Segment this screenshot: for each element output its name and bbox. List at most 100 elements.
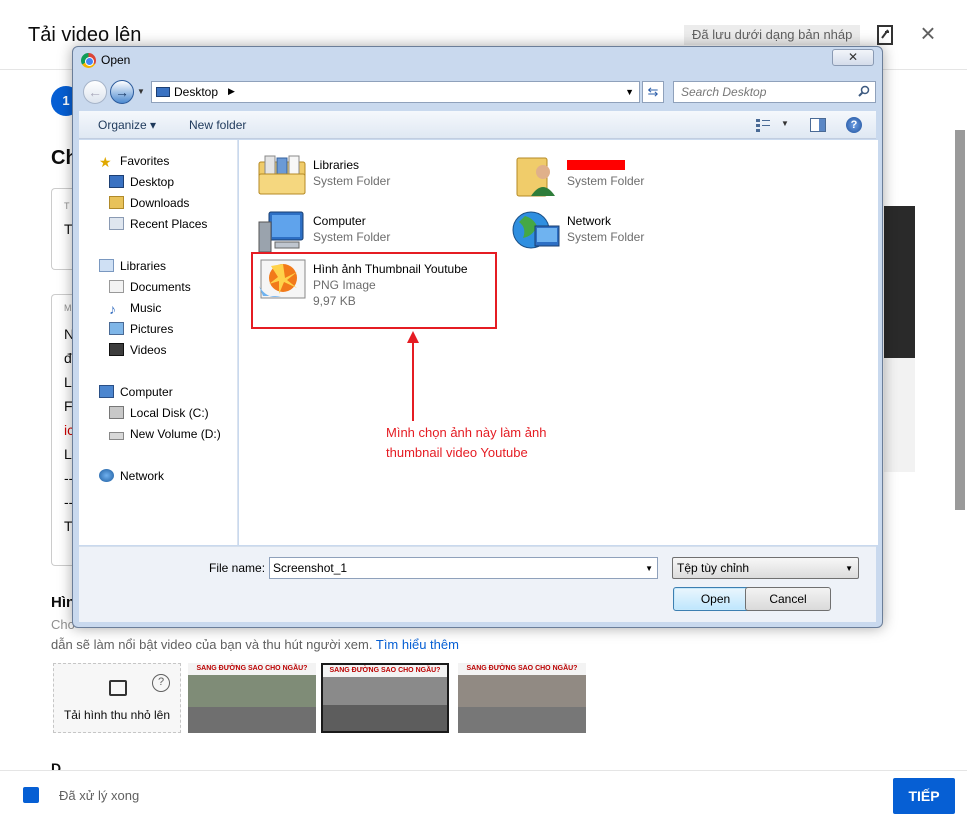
dialog-bottom-bar: File name: Screenshot_1 ▼ Tệp tùy chỉnh …	[79, 546, 876, 622]
breadcrumb-arrow-icon[interactable]: ▶	[228, 86, 235, 97]
upload-thumbnail-label: Tải hình thu nhỏ lên	[63, 708, 171, 722]
feedback-icon[interactable]	[876, 24, 896, 46]
file-name: Computer	[313, 214, 366, 228]
dialog-close-button[interactable]: ✕	[832, 49, 874, 66]
file-name: Network	[567, 214, 612, 228]
nav-documents[interactable]: Documents	[109, 280, 191, 294]
search-placeholder: Search Desktop	[681, 85, 767, 99]
title-field-label: T	[64, 201, 70, 211]
drive-icon	[109, 432, 124, 440]
back-button[interactable]: ←	[83, 80, 107, 104]
file-item-libraries[interactable]: Libraries System Folder	[257, 155, 477, 198]
annotation-arrow-icon	[407, 331, 419, 421]
computer-icon	[258, 211, 304, 253]
navigation-pane: ★ Favorites Desktop Downloads Recent Plac…	[79, 140, 238, 545]
computer-icon	[99, 385, 114, 398]
thumbnail-caption: SANG ĐƯỜNG SAO CHO NGẦU?	[458, 663, 586, 675]
address-bar[interactable]: Desktop ▶ ▼	[151, 81, 640, 103]
view-dropdown-icon[interactable]: ▼	[781, 119, 789, 128]
upload-thumbnail-button[interactable]: ? Tải hình thu nhỏ lên	[53, 663, 181, 733]
dialog-titlebar[interactable]: Open ✕	[73, 47, 882, 75]
recent-places-icon	[109, 217, 124, 230]
auto-thumbnail-2[interactable]: SANG ĐƯỜNG SAO CHO NGẦU?	[321, 663, 449, 733]
auto-thumbnail-3[interactable]: SANG ĐƯỜNG SAO CHO NGẦU?	[458, 663, 586, 733]
nav-desktop[interactable]: Desktop	[109, 175, 174, 189]
nav-music[interactable]: ♪ Music	[109, 301, 161, 317]
nav-local-disk[interactable]: Local Disk (C:)	[109, 406, 209, 420]
file-item-user-folder[interactable]: System Folder	[511, 157, 731, 198]
network-icon	[99, 469, 114, 482]
thumbnail-caption: SANG ĐƯỜNG SAO CHO NGẦU?	[323, 665, 447, 677]
libraries-folder-icon	[258, 155, 306, 195]
hd-status-icon	[23, 787, 39, 803]
search-input[interactable]: Search Desktop	[673, 81, 876, 103]
file-item-network[interactable]: Network System Folder	[511, 211, 731, 254]
help-icon[interactable]: ?	[152, 674, 170, 692]
file-type: System Folder	[313, 230, 391, 244]
cancel-button[interactable]: Cancel	[745, 587, 831, 611]
user-folder-icon	[516, 157, 555, 197]
description-label: M	[64, 303, 72, 313]
open-file-dialog: Open ✕ ← → ▼ Desktop ▶ ▼ ⇆ Search Deskto…	[72, 46, 883, 628]
chrome-icon	[81, 53, 96, 68]
upload-footer: Đã xử lý xong TIẾP	[0, 770, 967, 824]
upload-title: Tải video lên	[28, 24, 142, 46]
nav-libraries[interactable]: Libraries	[99, 259, 166, 273]
star-icon: ★	[99, 154, 112, 170]
file-type: System Folder	[567, 230, 645, 244]
forward-button[interactable]: →	[110, 80, 134, 104]
file-type-value: Tệp tùy chỉnh	[677, 561, 750, 575]
file-item-computer[interactable]: Computer System Folder	[257, 211, 477, 254]
network-globe-icon	[512, 211, 560, 249]
documents-icon	[109, 280, 124, 293]
change-view-icon[interactable]	[755, 118, 771, 132]
processing-status: Đã xử lý xong	[59, 788, 140, 803]
auto-thumbnail-1[interactable]: SANG ĐƯỜNG SAO CHO NGẦU?	[188, 663, 316, 733]
chevron-down-icon: ▼	[845, 564, 853, 573]
nav-recent-places[interactable]: Recent Places	[109, 217, 207, 231]
nav-new-volume[interactable]: New Volume (D:)	[109, 427, 221, 441]
recent-locations-dropdown[interactable]: ▼	[137, 87, 145, 96]
thumbnail-description: dẫn sẽ làm nổi bật video của bạn và thu …	[51, 637, 459, 652]
description-line: L	[64, 374, 72, 390]
annotation-text: Mình chọn ảnh này làm ảnh thumbnail vide…	[386, 425, 547, 460]
address-dropdown-icon[interactable]: ▼	[625, 87, 634, 97]
next-button[interactable]: TIẾP	[893, 778, 955, 814]
close-icon[interactable]: ×	[916, 20, 940, 46]
downloads-folder-icon	[109, 196, 124, 209]
learn-more-link[interactable]: Tìm hiểu thêm	[376, 637, 459, 652]
preview-pane-icon[interactable]	[810, 118, 826, 132]
nav-videos[interactable]: Videos	[109, 343, 166, 357]
command-bar: Organize ▾ New folder ▼ ?	[79, 111, 876, 139]
file-name-label: File name:	[209, 561, 266, 575]
nav-pictures[interactable]: Pictures	[109, 322, 173, 336]
description-line: L	[64, 446, 72, 462]
music-icon: ♪	[109, 301, 116, 317]
thumbnail-caption: SANG ĐƯỜNG SAO CHO NGẦU?	[188, 663, 316, 675]
nav-network[interactable]: Network	[99, 469, 164, 483]
video-preview[interactable]	[884, 206, 915, 358]
nav-downloads[interactable]: Downloads	[109, 196, 189, 210]
file-type: System Folder	[313, 174, 391, 188]
dialog-title: Open	[101, 53, 131, 67]
chevron-down-icon[interactable]: ▼	[645, 564, 653, 573]
search-icon[interactable]	[858, 85, 870, 97]
scrollbar[interactable]	[955, 130, 965, 510]
libraries-icon	[99, 259, 114, 272]
refresh-button[interactable]: ⇆	[642, 81, 664, 103]
organize-button[interactable]: Organize ▾	[98, 118, 156, 132]
nav-computer[interactable]: Computer	[99, 385, 173, 399]
desktop-icon	[109, 175, 124, 188]
desktop-icon	[156, 87, 170, 97]
new-folder-button[interactable]: New folder	[189, 118, 246, 132]
file-type: System Folder	[567, 174, 645, 188]
help-icon[interactable]: ?	[846, 117, 862, 133]
file-name-input[interactable]: Screenshot_1 ▼	[269, 557, 658, 579]
nav-favorites[interactable]: ★ Favorites	[99, 154, 169, 170]
add-photo-icon	[109, 680, 127, 696]
drive-icon	[109, 406, 124, 419]
redacted-user-name	[567, 160, 625, 170]
videos-icon	[109, 343, 124, 356]
file-type-select[interactable]: Tệp tùy chỉnh ▼	[672, 557, 859, 579]
address-text: Desktop	[174, 85, 219, 99]
